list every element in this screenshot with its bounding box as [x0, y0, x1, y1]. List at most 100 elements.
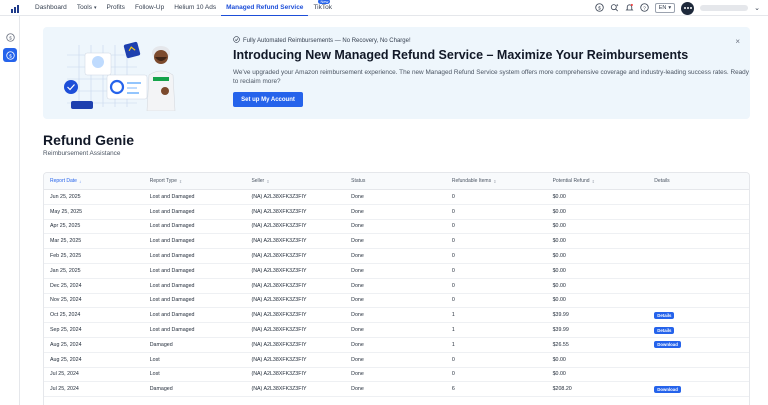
nav-item-follow-up[interactable]: Follow-Up — [130, 0, 169, 16]
report-type-cell: Lost and Damaged — [149, 312, 195, 319]
potential-refund-cell: $0.00 — [552, 238, 566, 245]
check-circle-icon — [233, 36, 240, 45]
table-row: Aug 25, 2024 Lost (NA) A2L38XFK3Z3FIY Done 0… — [44, 353, 749, 368]
table-row: May 25, 2025 Lost and Damaged (NA) A2L38XF… — [44, 205, 749, 220]
help-icon[interactable]: ? — [640, 2, 649, 14]
details-cell: Details — [650, 326, 749, 334]
potential-refund-cell: $208.20 — [552, 386, 572, 393]
potential-refund-cell: $39.99 — [552, 327, 569, 334]
column-header-status: Status — [347, 178, 448, 184]
reports-table: Report Date ↓ Report Type ⇕ Seller ⇕ Status Ref… — [43, 172, 750, 405]
download-button[interactable]: Download — [654, 385, 681, 393]
details-button[interactable]: Details — [654, 311, 675, 319]
sort-icon[interactable]: ⇕ — [592, 179, 595, 184]
account-name-redacted[interactable] — [700, 5, 749, 11]
column-header-refundable-items[interactable]: Refundable Items ⇕ — [448, 178, 549, 184]
table-header: Report Date ↓ Report Type ⇕ Seller ⇕ Status Ref… — [44, 173, 749, 190]
column-header-potential-refund[interactable]: Potential Refund ⇕ — [549, 178, 651, 184]
seller-cell: (NA) A2L38XFK3Z3FIY — [251, 356, 307, 363]
seller-cell: (NA) A2L38XFK3Z3FIY — [251, 312, 307, 319]
table-row: Sep 25, 2024 Lost and Damaged (NA) A2L38XF… — [44, 323, 749, 338]
details-button[interactable]: Details — [654, 326, 675, 334]
helium10-logo[interactable] — [0, 0, 30, 16]
column-header-label: Details — [654, 178, 670, 184]
column-header-report-date[interactable]: Report Date ↓ — [44, 178, 145, 184]
seller-cell: (NA) A2L38XFK3Z3FIY — [251, 208, 307, 215]
status-cell: Done — [351, 297, 364, 304]
nav-item-managed-refund-service[interactable]: Managed Refund Service — [221, 0, 309, 16]
download-button[interactable]: Download — [654, 341, 681, 349]
nav-item-label: Tools — [76, 4, 92, 11]
potential-refund-cell: $0.00 — [552, 267, 566, 274]
table-row: Jul 25, 2024 Damaged (NA) A2L38XFK3Z3FIY Do… — [44, 382, 749, 398]
nav-item-tools[interactable]: Tools ▾ — [72, 0, 102, 16]
report-type-cell: Damaged — [149, 386, 173, 393]
close-icon[interactable]: × — [735, 37, 740, 46]
nav-item-profits[interactable]: Profits — [102, 0, 130, 16]
report-date-cell: Nov 25, 2024 — [50, 297, 82, 304]
header-tools: $ ? EN ▾ ⌄ — [595, 0, 760, 16]
report-date-cell: Jan 25, 2025 — [50, 267, 81, 274]
chevron-down-icon[interactable]: ⌄ — [754, 4, 760, 12]
potential-refund-cell: $0.00 — [552, 253, 566, 260]
report-type-cell: Lost and Damaged — [149, 253, 195, 260]
dollar-circle-icon[interactable]: $ — [595, 2, 604, 14]
sort-icon[interactable]: ↓ — [79, 179, 81, 184]
table-row: Jun 25, 2025 Lost and Damaged (NA) A2L38XF… — [44, 190, 749, 205]
potential-refund-cell: $0.00 — [552, 371, 566, 378]
language-label: EN — [658, 5, 667, 11]
nav-item-tiktok[interactable]: TikTok New — [308, 0, 337, 16]
svg-text:$: $ — [598, 5, 601, 11]
refundable-items-cell: 0 — [451, 356, 455, 363]
svg-text:$: $ — [9, 53, 12, 59]
promo-banner: Fully Automated Reimbursements — No Reco… — [43, 27, 750, 119]
report-type-cell: Lost and Damaged — [149, 193, 195, 200]
table-row: Dec 25, 2024 Lost and Damaged (NA) A2L38XF… — [44, 279, 749, 294]
bell-icon[interactable] — [625, 3, 634, 14]
nav-item-helium-10-ads[interactable]: Helium 10 Ads — [169, 0, 221, 16]
avatar[interactable] — [681, 1, 695, 15]
seller-cell: (NA) A2L38XFK3Z3FIY — [251, 297, 307, 304]
column-header-seller[interactable]: Seller ⇕ — [246, 178, 347, 184]
report-type-cell: Lost and Damaged — [149, 208, 195, 215]
report-date-cell: Sep 25, 2024 — [50, 327, 82, 334]
page-title: Refund Genie — [43, 132, 135, 148]
column-header-report-type[interactable]: Report Type ⇕ — [145, 178, 247, 184]
banner-description: We've upgraded your Amazon reimbursement… — [233, 69, 749, 85]
sort-icon[interactable]: ⇕ — [179, 179, 182, 184]
nav-item-label: Profits — [106, 4, 125, 11]
report-date-cell: Jun 25, 2025 — [50, 193, 81, 200]
svg-text:?: ? — [643, 5, 646, 11]
nav-item-dashboard[interactable]: Dashboard — [30, 0, 72, 16]
potential-refund-cell: $0.00 — [552, 193, 566, 200]
banner-subtitle: Fully Automated Reimbursements — No Reco… — [233, 36, 411, 45]
setup-account-button[interactable]: Set up My Account — [233, 92, 303, 107]
potential-refund-cell: $0.00 — [552, 208, 566, 215]
sidebar-item-refunds-icon[interactable]: $ — [3, 30, 17, 44]
report-type-cell: Lost and Damaged — [149, 327, 195, 334]
page-subtitle: Reimbursement Assistance — [43, 150, 121, 157]
report-type-cell: Lost and Damaged — [149, 297, 195, 304]
banner-subtitle-text: Fully Automated Reimbursements — No Reco… — [243, 37, 411, 44]
table-row: Aug 25, 2024 Damaged (NA) A2L38XFK3Z3FIY Do… — [44, 338, 749, 353]
sparkle-search-icon[interactable] — [610, 3, 619, 14]
main-nav: Dashboard Tools ▾ Profits Follow-Up Helium 10… — [30, 0, 337, 16]
status-cell: Done — [351, 356, 364, 363]
report-date-cell: Aug 25, 2024 — [50, 341, 82, 348]
sort-icon[interactable]: ⇕ — [266, 179, 269, 184]
chevron-down-icon: ▾ — [94, 4, 97, 11]
report-date-cell: Jul 25, 2024 — [50, 386, 79, 393]
column-header-details: Details — [650, 178, 749, 184]
banner-title: Introducing New Managed Refund Service –… — [233, 48, 689, 62]
status-cell: Done — [351, 327, 364, 334]
sort-icon[interactable]: ⇕ — [493, 179, 496, 184]
sidebar-item-refund-genie-icon[interactable]: $ — [3, 48, 17, 62]
language-select[interactable]: EN ▾ — [654, 3, 676, 13]
potential-refund-cell: $0.00 — [552, 282, 566, 289]
potential-refund-cell: $0.00 — [552, 223, 566, 230]
seller-cell: (NA) A2L38XFK3Z3FIY — [251, 282, 307, 289]
top-navigation-bar: Dashboard Tools ▾ Profits Follow-Up Helium 10… — [0, 0, 768, 16]
status-cell: Done — [351, 341, 364, 348]
refundable-items-cell: 1 — [451, 312, 455, 319]
nav-item-label: TikTok — [313, 4, 332, 11]
